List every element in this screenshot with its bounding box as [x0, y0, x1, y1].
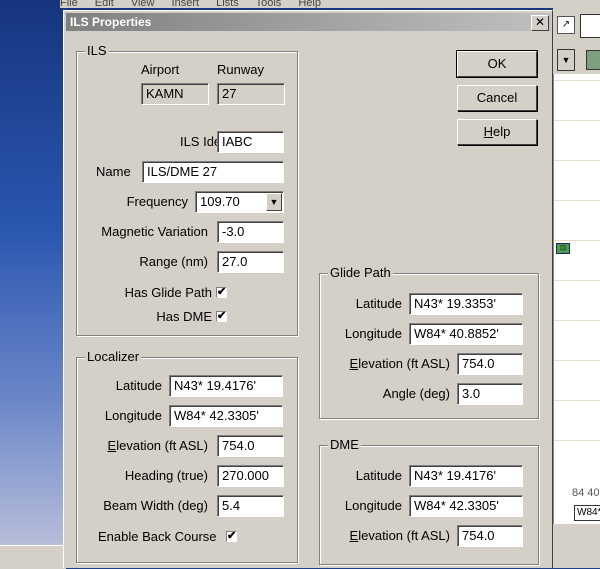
glide-latitude-input[interactable]: N43* 19.3353' [409, 293, 523, 315]
has-glide-path-label: Has Glide Path [124, 285, 212, 300]
airport-field: KAMN [141, 83, 209, 105]
heading-input[interactable]: 270.000 [217, 465, 284, 487]
heading-label: Heading (true) [124, 468, 208, 483]
toolbar-input[interactable] [580, 14, 600, 38]
host-menubar: File Edit View Insert Lists Tools Help [60, 0, 600, 8]
enable-back-course-checkbox[interactable]: ✔ [226, 531, 237, 542]
menu-tools[interactable]: Tools [256, 0, 282, 8]
glide-elevation-label: Elevation (ft ASL) [349, 356, 450, 371]
glide-latitude-label: Latitude [355, 296, 402, 311]
dme-longitude-input[interactable]: W84* 42.3305' [409, 495, 523, 517]
map-tool-icon[interactable] [586, 50, 600, 70]
magnetic-variation-label: Magnetic Variation [101, 224, 208, 239]
dialog-titlebar[interactable]: ILS Properties ✕ [66, 13, 551, 31]
beam-width-label: Beam Width (deg) [103, 498, 208, 513]
dme-latitude-input[interactable]: N43* 19.4176' [409, 465, 523, 487]
localizer-latitude-input[interactable]: N43* 19.4176' [169, 375, 283, 397]
localizer-group-title: Localizer [85, 349, 142, 364]
has-dme-checkbox[interactable]: ✔ [216, 311, 227, 322]
localizer-longitude-input[interactable]: W84* 42.3305' [169, 405, 283, 427]
chevron-down-icon[interactable]: ▼ [266, 193, 282, 211]
ok-button[interactable]: OK [456, 50, 538, 78]
localizer-elevation-label: Elevation (ft ASL) [107, 438, 208, 453]
glide-longitude-input[interactable]: W84* 40.8852' [409, 323, 523, 345]
ils-ident-input[interactable]: IABC [217, 131, 284, 153]
airport-label: Airport [141, 62, 180, 77]
localizer-elevation-input[interactable]: 754.0 [217, 435, 284, 457]
has-dme-label: Has DME [156, 309, 212, 324]
name-input[interactable]: ILS/DME 27 [142, 161, 284, 183]
menu-help[interactable]: Help [298, 0, 321, 8]
ils-ident-label: ILS Ident [179, 134, 232, 149]
localizer-latitude-label: Latitude [115, 378, 162, 393]
name-label: Name [96, 164, 131, 179]
glide-longitude-label: Longitude [344, 326, 402, 341]
dialog-title: ILS Properties [70, 15, 152, 29]
localizer-longitude-label: Longitude [104, 408, 162, 423]
map-grid [554, 80, 600, 480]
range-input[interactable]: 27.0 [217, 251, 284, 273]
dme-group-title: DME [328, 437, 361, 452]
host-statusbar [553, 524, 600, 568]
dme-longitude-label: Longitude [344, 498, 402, 513]
dme-elevation-label: Elevation (ft ASL) [349, 528, 450, 543]
frequency-label: Frequency [126, 194, 188, 209]
menu-insert[interactable]: Insert [172, 0, 200, 8]
close-icon[interactable]: ✕ [531, 15, 549, 31]
glide-angle-input[interactable]: 3.0 [457, 383, 523, 405]
glide-path-group-title: Glide Path [328, 265, 393, 280]
cancel-button[interactable]: Cancel [457, 85, 537, 111]
enable-back-course-label: Enable Back Course [98, 529, 217, 544]
glide-angle-label: Angle (deg) [382, 386, 450, 401]
has-glide-path-checkbox[interactable]: ✔ [216, 287, 227, 298]
ils-properties-dialog: ILS Properties ✕ ILS Airport Runway KAMN… [63, 10, 553, 568]
map-marker-icon[interactable]: ⊡ [556, 243, 570, 254]
menu-lists[interactable]: Lists [216, 0, 239, 8]
toolbar-dropdown-arrow-icon[interactable]: ▼ [557, 49, 575, 71]
dme-elevation-input[interactable]: 754.0 [457, 525, 523, 547]
runway-field: 27 [217, 83, 285, 105]
dme-latitude-label: Latitude [355, 468, 402, 483]
host-left-statusbar [0, 545, 66, 569]
runway-label: Runway [217, 62, 264, 77]
ils-group-title: ILS [85, 43, 109, 58]
tool-icon[interactable]: ↗ [557, 16, 575, 34]
menu-file[interactable]: File [60, 0, 78, 8]
map-coord-text: 84 40 [572, 487, 600, 499]
menu-view[interactable]: View [131, 0, 155, 8]
beam-width-input[interactable]: 5.4 [217, 495, 284, 517]
map-coord-field: W84* [574, 505, 600, 521]
glide-elevation-input[interactable]: 754.0 [457, 353, 523, 375]
menu-edit[interactable]: Edit [95, 0, 114, 8]
help-button[interactable]: Help [457, 119, 537, 145]
range-label: Range (nm) [139, 254, 208, 269]
magnetic-variation-input[interactable]: -3.0 [217, 221, 284, 243]
